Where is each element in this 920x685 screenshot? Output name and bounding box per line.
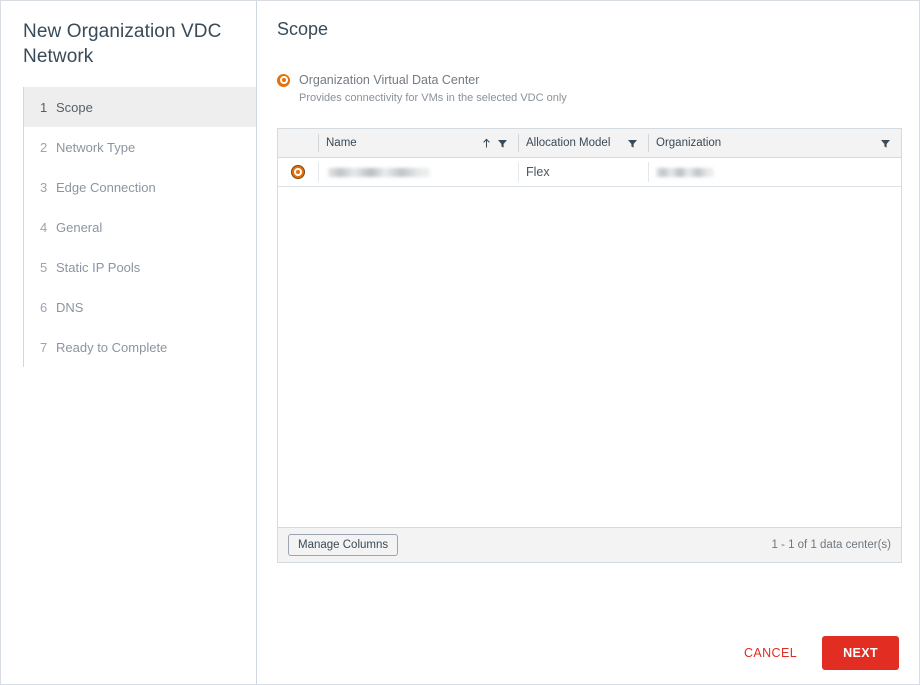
step-label: Edge Connection — [56, 180, 156, 195]
data-center-table: Name Allocation Model — [277, 128, 902, 563]
step-number: 2 — [40, 140, 56, 155]
step-label: Scope — [56, 100, 93, 115]
step-number: 6 — [40, 300, 56, 315]
row-cell-name — [318, 158, 518, 186]
table-header-select — [278, 129, 318, 157]
dialog-footer: CANCEL NEXT — [729, 636, 899, 670]
filter-icon[interactable] — [624, 135, 640, 151]
row-select-cell[interactable] — [278, 158, 318, 186]
row-cell-allocation-model: Flex — [518, 158, 648, 186]
filter-icon[interactable] — [494, 135, 510, 151]
sidebar-step-dns[interactable]: 6 DNS — [24, 287, 256, 327]
sidebar-step-network-type[interactable]: 2 Network Type — [24, 127, 256, 167]
table-header-row: Name Allocation Model — [278, 129, 901, 158]
scope-option-org-vdc[interactable]: Organization Virtual Data Center Provide… — [277, 73, 919, 104]
scope-option-label: Organization Virtual Data Center — [299, 73, 479, 87]
table-body: Flex — [278, 158, 901, 527]
row-radio-selected-icon[interactable] — [291, 165, 305, 179]
step-number: 3 — [40, 180, 56, 195]
column-label-organization: Organization — [656, 137, 877, 149]
scope-option-help-text: Provides connectivity for VMs in the sel… — [299, 92, 919, 104]
step-number: 7 — [40, 340, 56, 355]
row-cell-organization — [648, 158, 901, 186]
step-number: 4 — [40, 220, 56, 235]
cancel-button[interactable]: CANCEL — [729, 637, 812, 669]
table-header-allocation-model[interactable]: Allocation Model — [518, 129, 648, 157]
wizard-step-list: 1 Scope 2 Network Type 3 Edge Connection… — [1, 87, 256, 367]
step-label: Ready to Complete — [56, 340, 167, 355]
step-label: Static IP Pools — [56, 260, 140, 275]
column-label-name: Name — [326, 137, 478, 149]
wizard-sidebar: New Organization VDC Network 1 Scope 2 N… — [1, 1, 257, 684]
sidebar-step-scope[interactable]: 1 Scope — [24, 87, 256, 127]
filter-icon[interactable] — [877, 135, 893, 151]
step-label: DNS — [56, 300, 83, 315]
sidebar-step-general[interactable]: 4 General — [24, 207, 256, 247]
radio-selected-icon[interactable] — [277, 74, 290, 87]
step-number: 5 — [40, 260, 56, 275]
step-label: Network Type — [56, 140, 135, 155]
table-row[interactable]: Flex — [278, 158, 901, 187]
wizard-dialog: New Organization VDC Network 1 Scope 2 N… — [0, 0, 920, 685]
next-button[interactable]: NEXT — [822, 636, 899, 670]
redacted-value — [656, 168, 714, 177]
table-header-name[interactable]: Name — [318, 129, 518, 157]
sort-ascending-icon[interactable] — [478, 135, 494, 151]
sidebar-step-edge-connection[interactable]: 3 Edge Connection — [24, 167, 256, 207]
sidebar-step-ready-to-complete[interactable]: 7 Ready to Complete — [24, 327, 256, 367]
sidebar-step-static-ip-pools[interactable]: 5 Static IP Pools — [24, 247, 256, 287]
column-label-allocation-model: Allocation Model — [526, 137, 624, 149]
step-label: General — [56, 220, 102, 235]
manage-columns-button[interactable]: Manage Columns — [288, 534, 398, 557]
table-footer: Manage Columns 1 - 1 of 1 data center(s) — [278, 527, 901, 562]
step-number: 1 — [40, 100, 56, 115]
wizard-title: New Organization VDC Network — [1, 1, 256, 69]
table-header-organization[interactable]: Organization — [648, 129, 901, 157]
redacted-value — [328, 168, 430, 177]
page-title: Scope — [258, 1, 919, 40]
wizard-content: Scope Organization Virtual Data Center P… — [258, 1, 919, 684]
table-record-count: 1 - 1 of 1 data center(s) — [771, 539, 891, 551]
